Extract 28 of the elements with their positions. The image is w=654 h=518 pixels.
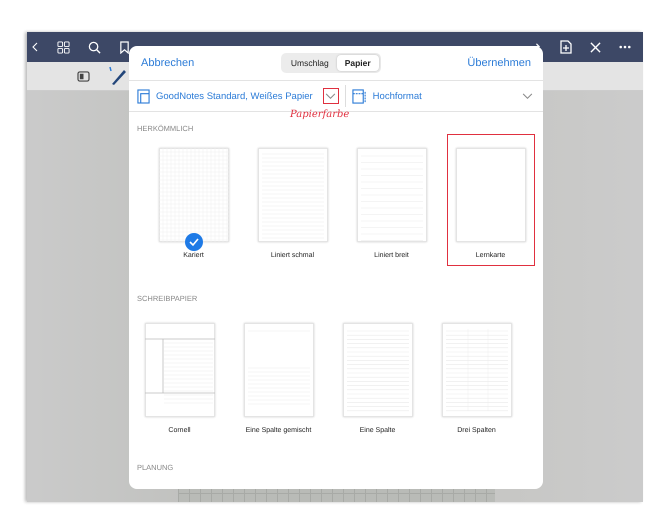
template-thumbnail[interactable] xyxy=(244,323,314,417)
template-thumbnail[interactable] xyxy=(342,323,412,417)
cancel-button[interactable]: Abbrechen xyxy=(139,55,196,71)
pen-icon[interactable] xyxy=(108,65,128,87)
page-orientation-icon xyxy=(352,88,367,104)
template-thumbnail[interactable] xyxy=(356,148,426,242)
close-icon[interactable] xyxy=(590,42,601,52)
template-thumbnail[interactable] xyxy=(144,323,214,417)
search-icon[interactable] xyxy=(88,40,101,54)
bookmark-icon[interactable] xyxy=(119,40,130,54)
template-thumbnail[interactable] xyxy=(442,323,512,417)
thumbnails-icon[interactable] xyxy=(57,40,70,54)
shape-tool-icon[interactable] xyxy=(77,70,90,82)
chevron-down-icon[interactable] xyxy=(522,92,533,100)
template-thumbnail[interactable] xyxy=(258,148,328,242)
paper-icon xyxy=(137,88,150,104)
apply-button[interactable]: Übernehmen xyxy=(465,55,533,71)
back-icon[interactable] xyxy=(31,41,39,53)
chevron-down-icon[interactable] xyxy=(325,92,336,100)
segment-tab[interactable]: Umschlag xyxy=(282,55,337,71)
paper-type-label[interactable]: GoodNotes Standard, Weißes Papier xyxy=(156,90,313,102)
template-thumbnail[interactable] xyxy=(456,148,526,242)
orientation-label[interactable]: Hochformat xyxy=(372,90,422,102)
template-thumbnail[interactable] xyxy=(158,148,228,242)
segment-tab[interactable]: Papier xyxy=(336,55,379,71)
add-page-icon[interactable] xyxy=(560,40,572,54)
handwritten-annotation: Papierfarbe xyxy=(290,109,350,120)
more-icon[interactable] xyxy=(619,45,631,49)
